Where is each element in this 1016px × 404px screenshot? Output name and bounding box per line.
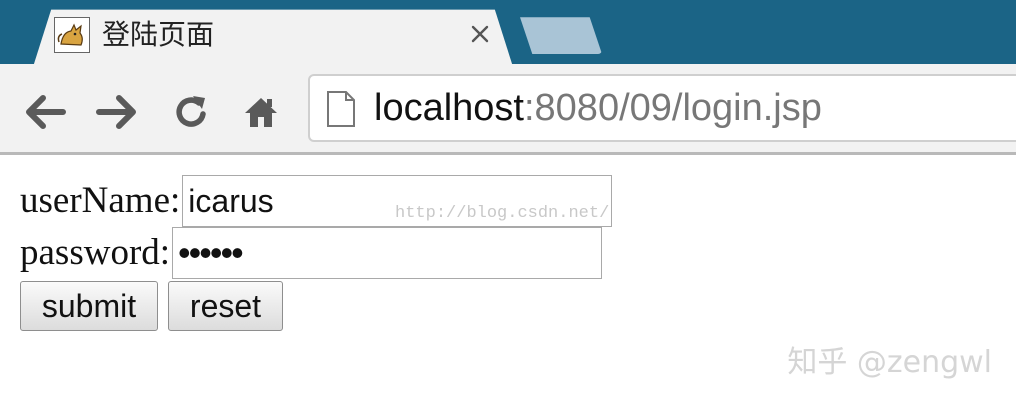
home-icon[interactable] [238,89,284,135]
active-tab[interactable] [33,9,513,64]
page-icon [326,90,356,128]
username-value: icarus [188,182,274,219]
forward-arrow-icon[interactable] [94,89,140,135]
address-bar[interactable]: localhost:8080/09/login.jsp [308,74,1016,142]
username-row: userName: icarus http://blog.csdn.net/ [20,175,613,227]
close-icon[interactable] [466,20,494,48]
tab-title: 登陆页面 [102,18,215,51]
tab-strip: 登陆页面 [0,0,1016,64]
url-text: localhost:8080/09/login.jsp [374,82,822,134]
password-label: password: [20,232,171,273]
back-arrow-icon[interactable] [22,89,68,135]
blog-watermark: http://blog.csdn.net/ [395,204,610,223]
new-tab-button[interactable] [520,17,602,54]
reset-button[interactable]: reset [168,281,283,331]
username-label: userName: [20,180,181,221]
password-row: password: •••••• [20,227,603,279]
page-content: userName: icarus http://blog.csdn.net/ p… [0,155,1016,404]
url-host: localhost [374,87,524,129]
username-input[interactable]: icarus http://blog.csdn.net/ [182,175,613,227]
browser-toolbar: localhost:8080/09/login.jsp [0,64,1016,155]
password-value: •••••• [178,232,244,273]
tomcat-icon [54,17,90,53]
url-path: :8080/09/login.jsp [523,87,822,129]
submit-button[interactable]: submit [20,281,158,331]
reload-icon[interactable] [168,89,214,135]
password-input[interactable]: •••••• [172,227,603,279]
zhihu-watermark: 知乎 @zengwl [787,345,992,380]
